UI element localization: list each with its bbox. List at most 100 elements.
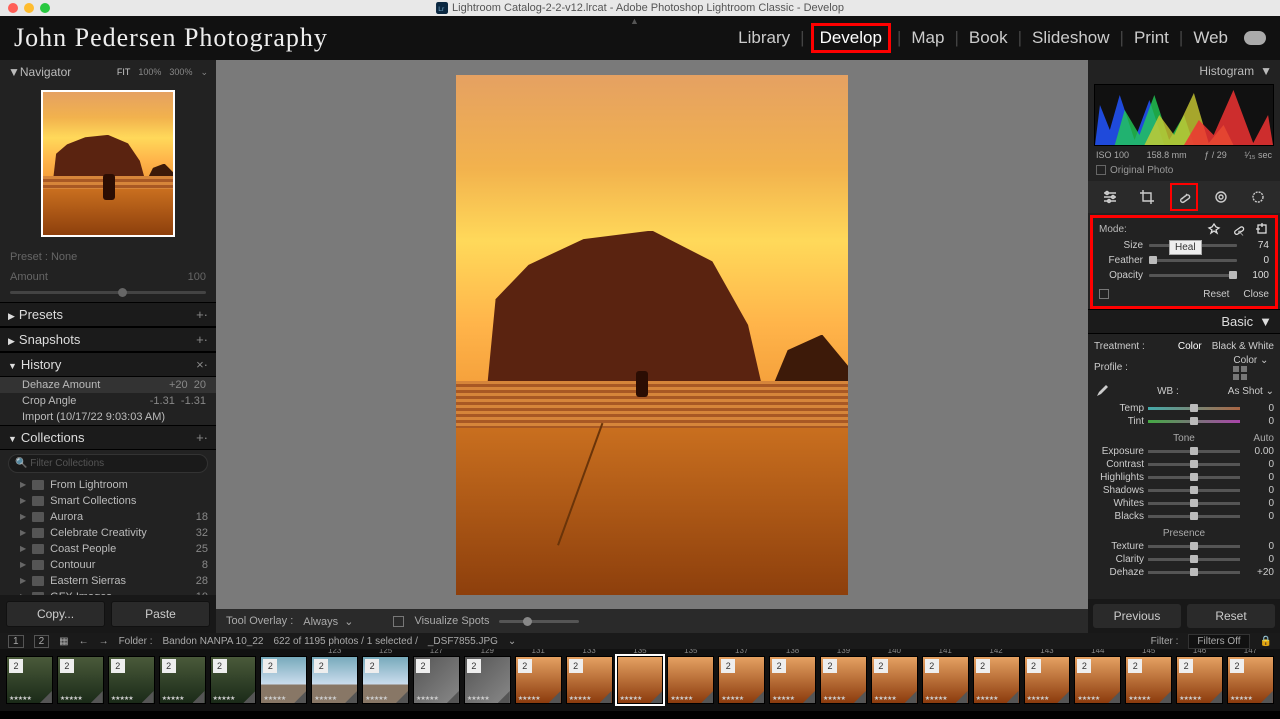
filmstrip-thumb[interactable]: 2★★★★★ <box>57 656 104 704</box>
visualize-spots-slider[interactable] <box>499 620 579 623</box>
cloud-sync-icon[interactable] <box>1244 31 1266 45</box>
profile-dropdown[interactable]: Color ⌄ <box>1233 355 1268 366</box>
navigator-header[interactable]: ▼Navigator FIT100%300%⌄ <box>0 60 216 84</box>
collections-filter[interactable]: 🔍 Filter Collections <box>8 454 208 473</box>
filmstrip-thumb[interactable]: 2★★★★★139 <box>820 656 867 704</box>
main-photo[interactable] <box>456 75 848 595</box>
filmstrip-thumb[interactable]: 2★★★★★ <box>159 656 206 704</box>
history-item[interactable]: Crop Angle-1.31 -1.31 <box>0 393 216 409</box>
whites-slider[interactable] <box>1148 502 1240 505</box>
filmstrip-thumb[interactable]: 2★★★★★140 <box>871 656 918 704</box>
tint-slider[interactable] <box>1148 420 1240 423</box>
treatment-color[interactable]: Color <box>1178 341 1202 352</box>
filmstrip-thumb[interactable]: ★★★★★135 <box>667 656 714 704</box>
filmstrip-thumb[interactable]: 2★★★★★146 <box>1176 656 1223 704</box>
original-photo-toggle[interactable]: Original Photo <box>1088 162 1280 179</box>
snapshots-header[interactable]: ▶Snapshots+· <box>0 327 216 352</box>
reset-button[interactable]: Reset <box>1187 604 1275 628</box>
filmstrip-thumb[interactable]: 2★★★★★145 <box>1125 656 1172 704</box>
preset-amount-slider[interactable] <box>10 291 206 293</box>
filmstrip-thumb[interactable]: 2★★★★★144 <box>1074 656 1121 704</box>
filter-dropdown[interactable]: Filters Off <box>1188 634 1249 649</box>
masking-tool-icon[interactable] <box>1211 187 1231 207</box>
traffic-lights[interactable] <box>8 3 50 13</box>
history-header[interactable]: ▼History×· <box>0 352 216 377</box>
filmstrip-thumb[interactable]: 2★★★★★127 <box>413 656 460 704</box>
edit-sliders-tool-icon[interactable] <box>1100 187 1120 207</box>
zoom-more-icon[interactable]: ⌄ <box>200 67 208 78</box>
opacity-slider[interactable] <box>1149 274 1237 277</box>
collection-item[interactable]: ▶Contouur8 <box>0 557 216 573</box>
crop-tool-icon[interactable] <box>1137 187 1157 207</box>
auto-button[interactable]: Auto <box>1253 433 1274 444</box>
blacks-slider[interactable] <box>1148 515 1240 518</box>
collection-item[interactable]: ▶Eastern Sierras28 <box>0 573 216 589</box>
wb-dropdown[interactable]: As Shot ⌄ <box>1228 386 1274 397</box>
collection-item[interactable]: ▶Aurora18 <box>0 509 216 525</box>
visualize-spots-checkbox[interactable] <box>393 616 404 627</box>
temp-slider[interactable] <box>1148 407 1240 410</box>
module-book[interactable]: Book <box>969 28 1008 48</box>
back-icon[interactable]: ← <box>79 636 89 647</box>
contrast-slider[interactable] <box>1148 463 1240 466</box>
close-icon[interactable] <box>8 3 18 13</box>
wb-eyedropper-icon[interactable] <box>1094 383 1108 400</box>
shadows-slider[interactable] <box>1148 489 1240 492</box>
module-web[interactable]: Web <box>1193 28 1228 48</box>
module-map[interactable]: Map <box>911 28 944 48</box>
collection-item[interactable]: ▶Coast People25 <box>0 541 216 557</box>
paste-button[interactable]: Paste <box>111 601 210 627</box>
filmstrip[interactable]: 2★★★★★2★★★★★2★★★★★2★★★★★2★★★★★2★★★★★2★★★… <box>0 649 1280 711</box>
second-window-icon[interactable]: 2 <box>34 635 50 648</box>
history-item[interactable]: Import (10/17/22 9:03:03 AM) <box>0 409 216 425</box>
filter-lock-icon[interactable]: 🔒 <box>1260 636 1272 647</box>
main-window-icon[interactable]: 1 <box>8 635 24 648</box>
filmstrip-thumb[interactable]: 2★★★★★129 <box>464 656 511 704</box>
filmstrip-thumb[interactable]: 2★★★★★133 <box>566 656 613 704</box>
clarity-slider[interactable] <box>1148 558 1240 561</box>
exposure-slider[interactable] <box>1148 450 1240 453</box>
filmstrip-thumb[interactable]: 2★★★★★ <box>108 656 155 704</box>
heal-mode-icon[interactable]: ↖ <box>1231 222 1245 236</box>
filmstrip-thumb[interactable]: 2★★★★★123 <box>311 656 358 704</box>
filmstrip-thumb[interactable]: 2★★★★★137 <box>718 656 765 704</box>
zoom-100%[interactable]: 100% <box>138 67 161 78</box>
feather-slider[interactable] <box>1149 259 1237 262</box>
histogram[interactable] <box>1094 84 1274 146</box>
dehaze-slider[interactable] <box>1148 571 1240 574</box>
collection-item[interactable]: ▶From Lightroom <box>0 477 216 493</box>
collections-header[interactable]: ▼Collections+· <box>0 425 216 450</box>
basic-header[interactable]: Basic▼ <box>1088 309 1280 334</box>
filmstrip-thumb[interactable]: 2★★★★★ <box>6 656 53 704</box>
filmstrip-thumb[interactable]: 2★★★★★141 <box>922 656 969 704</box>
collection-item[interactable]: ▶Celebrate Creativity32 <box>0 525 216 541</box>
healing-tool-icon[interactable] <box>1174 187 1194 207</box>
profile-browser-icon[interactable] <box>1233 366 1274 380</box>
treatment-bw[interactable]: Black & White <box>1212 341 1274 352</box>
heal-reset-button[interactable]: Reset <box>1203 289 1229 300</box>
minimize-icon[interactable] <box>24 3 34 13</box>
texture-slider[interactable] <box>1148 545 1240 548</box>
module-print[interactable]: Print <box>1134 28 1169 48</box>
tool-overlay-dropdown[interactable]: Always ⌄ <box>303 615 353 628</box>
heal-close-button[interactable]: Close <box>1243 289 1269 300</box>
grid-view-icon[interactable]: ▦ <box>59 636 68 647</box>
module-library[interactable]: Library <box>738 28 790 48</box>
previous-button[interactable]: Previous <box>1093 604 1181 628</box>
pin-toggle[interactable] <box>1099 289 1109 299</box>
module-slideshow[interactable]: Slideshow <box>1032 28 1110 48</box>
redeye-tool-icon[interactable] <box>1248 187 1268 207</box>
filmstrip-thumb[interactable]: 2★★★★★ <box>260 656 307 704</box>
filmstrip-thumb[interactable]: 2★★★★★138 <box>769 656 816 704</box>
filmstrip-thumb[interactable]: ★★★★★135 <box>617 656 664 704</box>
maximize-icon[interactable] <box>40 3 50 13</box>
history-item[interactable]: Dehaze Amount+20 20 <box>0 377 216 393</box>
content-aware-remove-icon[interactable] <box>1207 222 1221 236</box>
clone-mode-icon[interactable] <box>1255 222 1269 236</box>
forward-icon[interactable]: → <box>99 636 109 647</box>
navigator-preview[interactable] <box>41 90 175 237</box>
filmstrip-thumb[interactable]: 2★★★★★131 <box>515 656 562 704</box>
module-develop[interactable]: Develop <box>811 23 891 53</box>
collection-item[interactable]: ▶Smart Collections <box>0 493 216 509</box>
zoom-300%[interactable]: 300% <box>169 67 192 78</box>
